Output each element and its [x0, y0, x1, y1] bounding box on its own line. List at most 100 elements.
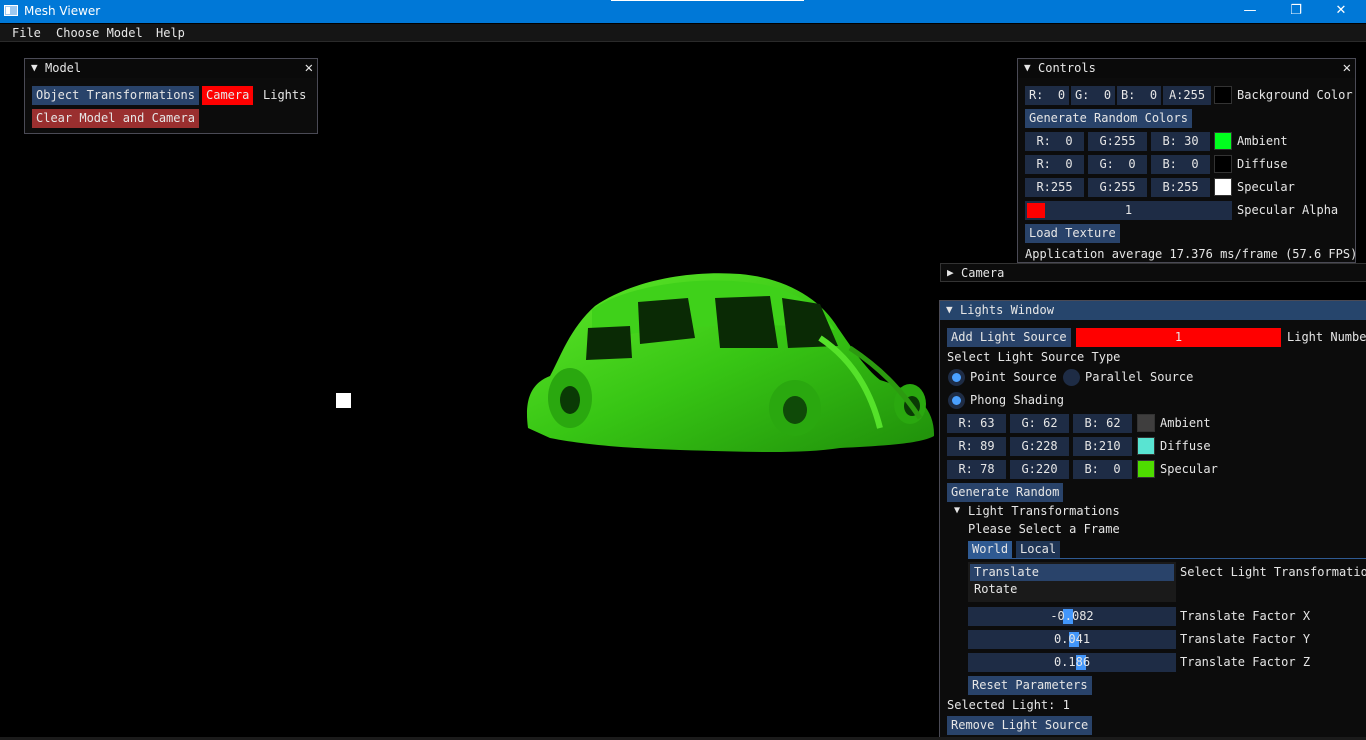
window-titlebar: Mesh Viewer — ❐ ✕ [0, 0, 1366, 23]
light-specular-b-field[interactable]: B: 0 [1073, 460, 1132, 479]
rotate-option[interactable]: Rotate [970, 581, 1174, 598]
bg-a-field[interactable]: A:255 [1163, 86, 1211, 105]
specular-alpha-value: 1 [1124, 203, 1133, 217]
select-frame-label: Please Select a Frame [968, 522, 1120, 536]
menu-choose-model[interactable]: Choose Model [56, 26, 143, 40]
specular-g-field[interactable]: G:255 [1088, 178, 1147, 197]
translate-factor-x-slider[interactable]: -0.082 [968, 607, 1176, 626]
specular-color-swatch[interactable] [1214, 178, 1232, 196]
lights-button[interactable]: Lights [259, 86, 310, 105]
tab-local[interactable]: Local [1016, 541, 1061, 558]
camera-window-collapsed[interactable]: ▶ Camera [940, 263, 1366, 282]
model-window-title: Model [45, 61, 82, 75]
menu-help[interactable]: Help [156, 26, 185, 40]
light-specular-swatch[interactable] [1137, 460, 1155, 478]
tab-world[interactable]: World [968, 541, 1013, 558]
minimize-button[interactable]: — [1227, 0, 1273, 23]
object-transformations-button[interactable]: Object Transformations [32, 86, 199, 105]
ambient-g-field[interactable]: G:255 [1088, 132, 1147, 151]
specular-b-field[interactable]: B:255 [1151, 178, 1210, 197]
translate-factor-y-value: 0.041 [1053, 632, 1091, 646]
remove-light-source-button[interactable]: Remove Light Source [947, 716, 1093, 735]
bg-r-field[interactable]: R: 0 [1025, 86, 1069, 105]
controls-window-title: Controls [1038, 61, 1096, 75]
close-window-button[interactable]: ✕ [1318, 0, 1364, 23]
light-number-slider[interactable]: 1 [1076, 328, 1281, 347]
clear-model-camera-button[interactable]: Clear Model and Camera [32, 109, 199, 128]
fps-text: Application average 17.376 ms/frame (57.… [1025, 247, 1358, 261]
add-light-source-button[interactable]: Add Light Source [947, 328, 1071, 347]
translate-factor-z-value: 0.186 [1053, 655, 1091, 669]
window-title: Mesh Viewer [24, 4, 101, 18]
light-specular-r-field[interactable]: R: 78 [947, 460, 1006, 479]
collapse-arrow-icon[interactable]: ▼ [31, 61, 38, 74]
model-window: ▼ Model ✕ Object Transformations Camera … [24, 58, 318, 134]
light-ambient-g-field[interactable]: G: 62 [1010, 414, 1069, 433]
diffuse-label: Diffuse [1237, 157, 1288, 171]
translate-factor-y-slider[interactable]: 0.041 [968, 630, 1176, 649]
parallel-source-radio[interactable] [1063, 369, 1080, 386]
light-source-marker [336, 393, 351, 408]
ambient-r-field[interactable]: R: 0 [1025, 132, 1084, 151]
translate-factor-z-slider[interactable]: 0.186 [968, 653, 1176, 672]
diffuse-g-field[interactable]: G: 0 [1088, 155, 1147, 174]
diffuse-b-field[interactable]: B: 0 [1151, 155, 1210, 174]
diffuse-r-field[interactable]: R: 0 [1025, 155, 1084, 174]
close-icon[interactable]: ✕ [1343, 60, 1351, 76]
collapse-arrow-icon[interactable]: ▼ [946, 303, 953, 316]
expand-arrow-icon[interactable]: ▶ [947, 266, 954, 279]
tab-underline [968, 558, 1366, 559]
controls-window-header[interactable]: ▼ Controls ✕ [1018, 59, 1355, 78]
ambient-label: Ambient [1237, 134, 1288, 148]
selected-light-text: Selected Light: 1 [947, 698, 1070, 712]
generate-random-button[interactable]: Generate Random [947, 483, 1064, 502]
lights-window: ▼ Lights Window Add Light Source 1 Light… [939, 300, 1366, 740]
transformation-listbox: Translate Rotate [968, 562, 1176, 602]
tree-arrow-icon[interactable]: ▼ [954, 505, 960, 516]
ambient-color-swatch[interactable] [1214, 132, 1232, 150]
titlebar-accent [611, 0, 804, 1]
app-icon [4, 5, 18, 16]
generate-random-colors-button[interactable]: Generate Random Colors [1025, 109, 1192, 128]
lights-window-title: Lights Window [960, 303, 1054, 317]
light-diffuse-g-field[interactable]: G:228 [1010, 437, 1069, 456]
select-light-transformation-label: Select Light Transformation [1180, 565, 1366, 579]
specular-label: Specular [1237, 180, 1295, 194]
menu-bar: File Choose Model Help [0, 24, 1366, 42]
point-source-radio[interactable] [948, 369, 965, 386]
close-icon[interactable]: ✕ [305, 60, 313, 76]
bg-b-field[interactable]: B: 0 [1117, 86, 1161, 105]
light-transformations-node[interactable]: Light Transformations [968, 504, 1120, 518]
light-number-label: Light Number [1287, 330, 1366, 344]
collapse-arrow-icon[interactable]: ▼ [1024, 61, 1031, 74]
translate-option[interactable]: Translate [970, 564, 1174, 581]
light-diffuse-r-field[interactable]: R: 89 [947, 437, 1006, 456]
reset-parameters-button[interactable]: Reset Parameters [968, 676, 1092, 695]
point-source-label: Point Source [970, 370, 1057, 384]
lights-window-header[interactable]: ▼ Lights Window [940, 301, 1366, 320]
maximize-button[interactable]: ❐ [1273, 0, 1319, 23]
light-diffuse-label: Diffuse [1160, 439, 1211, 453]
parallel-source-label: Parallel Source [1085, 370, 1194, 384]
light-ambient-swatch[interactable] [1137, 414, 1155, 432]
bg-g-field[interactable]: G: 0 [1071, 86, 1115, 105]
specular-r-field[interactable]: R:255 [1025, 178, 1084, 197]
light-ambient-b-field[interactable]: B: 62 [1073, 414, 1132, 433]
load-texture-button[interactable]: Load Texture [1025, 224, 1120, 243]
light-ambient-r-field[interactable]: R: 63 [947, 414, 1006, 433]
phong-shading-radio[interactable] [948, 392, 965, 409]
bg-color-label: Background Color [1237, 88, 1353, 102]
menu-file[interactable]: File [12, 26, 41, 40]
translate-factor-y-label: Translate Factor Y [1180, 632, 1311, 646]
model-window-header[interactable]: ▼ Model ✕ [25, 59, 317, 78]
translate-factor-x-value: -0.082 [1050, 609, 1094, 623]
specular-alpha-slider[interactable]: 1 [1025, 201, 1232, 220]
bg-color-swatch[interactable] [1214, 86, 1232, 104]
light-diffuse-swatch[interactable] [1137, 437, 1155, 455]
select-light-type-label: Select Light Source Type [947, 350, 1121, 364]
diffuse-color-swatch[interactable] [1214, 155, 1232, 173]
camera-button[interactable]: Camera [202, 86, 254, 105]
light-specular-g-field[interactable]: G:220 [1010, 460, 1069, 479]
ambient-b-field[interactable]: B: 30 [1151, 132, 1210, 151]
light-diffuse-b-field[interactable]: B:210 [1073, 437, 1132, 456]
